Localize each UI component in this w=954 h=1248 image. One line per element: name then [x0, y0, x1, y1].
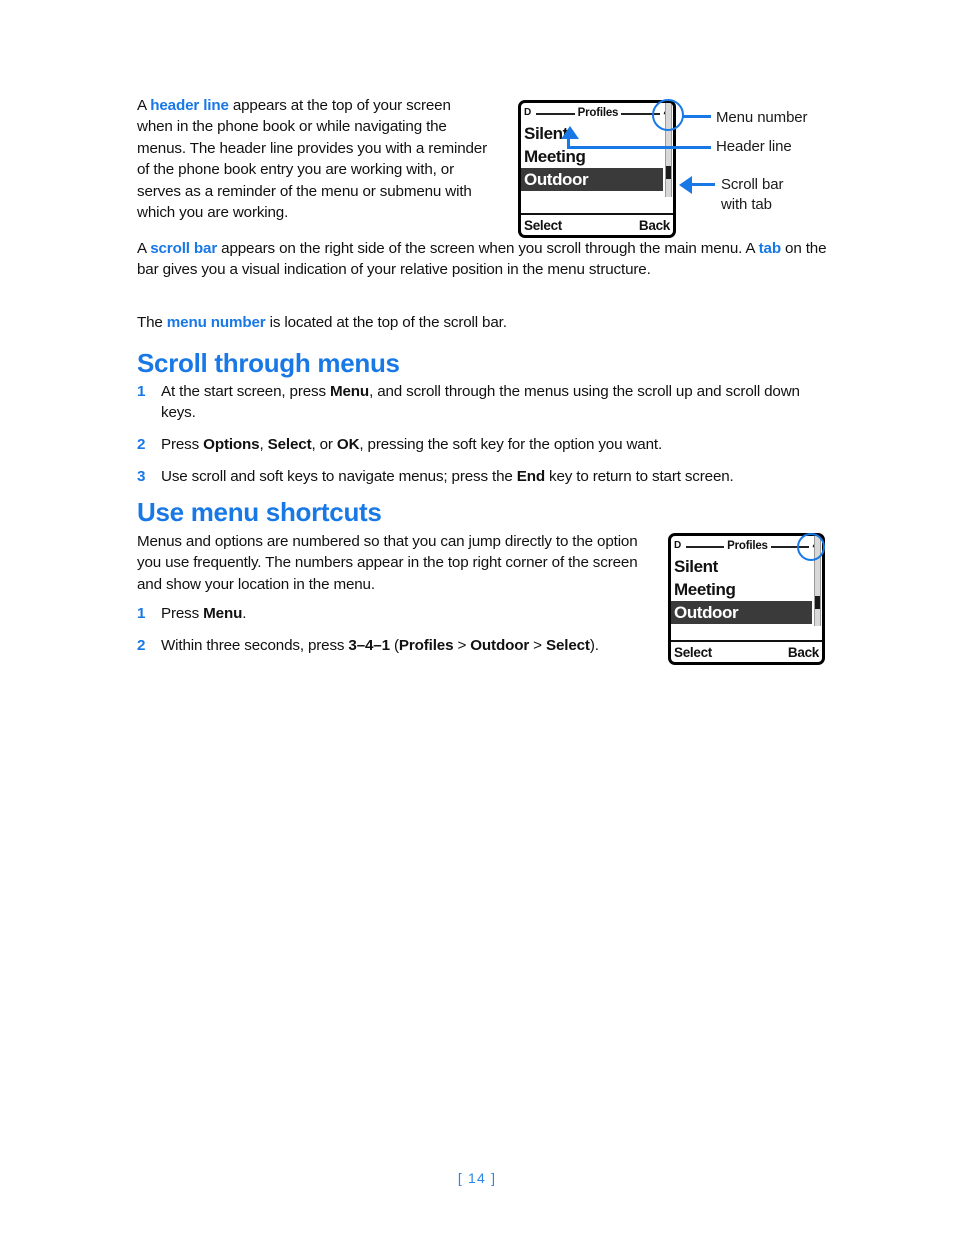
phone-scrollbar-tab[interactable]: [815, 596, 820, 609]
annotation-header-line: Header line: [716, 137, 792, 157]
phone-menu-list-bottom: Silent Meeting Outdoor: [671, 536, 822, 640]
intro-p3-rest: is located at the top of the scroll bar.: [265, 314, 507, 331]
scroll-step-3-text: Use scroll and soft keys to navigate men…: [161, 468, 734, 485]
annotation-scroll-bar-line2: with tab: [721, 196, 772, 213]
intro-paragraph-1: A header line appears at the top of your…: [137, 95, 489, 223]
shortcuts-step-2: 2 Within three seconds, press 3–4–1 (Pro…: [137, 635, 667, 656]
annotation-menu-number-text: Menu number: [716, 109, 808, 126]
term-menu-number: menu number: [166, 314, 266, 331]
scroll-step-1: 1 At the start screen, press Menu, and s…: [137, 381, 837, 424]
page-number-text: [ 14 ]: [457, 1170, 497, 1186]
shortcuts-step-1: 1 Press Menu.: [137, 603, 657, 624]
signal-indicator-icon: D: [674, 539, 682, 551]
annotation-scroll-bar-line1: Scroll bar: [721, 176, 784, 193]
phone-softkey-bar-top: Select Back: [521, 213, 673, 235]
signal-indicator-icon: D: [524, 106, 532, 118]
phone-menu-item[interactable]: Silent: [521, 122, 673, 145]
intro-p1-rest: appears at the top of your screen when i…: [137, 97, 488, 222]
phone-header-line-top: D Profiles 4: [521, 103, 673, 122]
scroll-step-1-number: 1: [137, 383, 146, 400]
intro-p3-prefix: The: [137, 314, 167, 331]
page-number: [ 14 ]: [0, 1170, 954, 1186]
phone-screen-content-top: D Profiles 4 Silent Meeting Outdoor Sele…: [521, 103, 673, 235]
menu-number-highlight-circle: [652, 99, 684, 131]
annotation-scroll-bar: Scroll bar with tab: [721, 175, 783, 215]
phone-scrollbar-tab[interactable]: [666, 166, 671, 179]
annotation-menu-number: Menu number: [716, 108, 808, 128]
term-header-line: header line: [150, 97, 229, 114]
softkey-left-label[interactable]: Select: [524, 218, 562, 233]
phone-menu-item[interactable]: Meeting: [671, 578, 822, 601]
shortcuts-body-paragraph: Menus and options are numbered so that y…: [137, 531, 645, 595]
scroll-step-3: 3 Use scroll and soft keys to navigate m…: [137, 466, 837, 487]
phone-softkey-bar-bottom: Select Back: [671, 640, 822, 662]
heading-use-menu-shortcuts: Use menu shortcuts: [137, 497, 382, 527]
shortcuts-step-2-number: 2: [137, 637, 146, 654]
shortcuts-step-1-text: Press Menu.: [161, 605, 247, 622]
menu-number-highlight-circle-bottom: [797, 533, 825, 561]
scroll-step-2: 2 Press Options, Select, or OK, pressing…: [137, 434, 837, 455]
phone-header-title: Profiles: [577, 106, 619, 119]
term-tab: tab: [758, 240, 781, 257]
intro-paragraph-3: The menu number is located at the top of…: [137, 312, 837, 333]
term-scroll-bar: scroll bar: [150, 240, 218, 257]
intro-p2-mid: appears on the right side of the screen …: [217, 240, 759, 257]
phone-header-title: Profiles: [727, 539, 768, 552]
scroll-step-2-number: 2: [137, 436, 146, 453]
phone-menu-item-selected[interactable]: Outdoor: [671, 601, 812, 624]
scroll-step-3-number: 3: [137, 468, 146, 485]
phone-menu-list-top: Silent Meeting Outdoor: [521, 103, 673, 213]
heading-scroll-through-menus-text: Scroll through menus: [137, 348, 400, 378]
softkey-right-label[interactable]: Back: [788, 645, 819, 660]
leader-line-scrollbar: [691, 183, 715, 186]
intro-paragraph-2: A scroll bar appears on the right side o…: [137, 238, 837, 281]
document-page: A header line appears at the top of your…: [0, 0, 954, 1248]
header-line-arrow-icon: [561, 126, 579, 139]
heading-scroll-through-menus: Scroll through menus: [137, 348, 400, 378]
intro-p1-prefix: A: [137, 97, 151, 114]
softkey-left-label[interactable]: Select: [674, 645, 712, 660]
intro-p2-prefix: A: [137, 240, 151, 257]
heading-use-menu-shortcuts-text: Use menu shortcuts: [137, 497, 382, 527]
leader-line-menu-number: [683, 115, 711, 118]
softkey-right-label[interactable]: Back: [639, 218, 670, 233]
scroll-step-2-text: Press Options, Select, or OK, pressing t…: [161, 436, 663, 453]
header-rule-left: [536, 112, 575, 115]
shortcuts-step-1-number: 1: [137, 605, 146, 622]
phone-menu-item-selected[interactable]: Outdoor: [521, 168, 663, 191]
annotation-header-line-text: Header line: [716, 138, 792, 155]
phone-menu-item[interactable]: Silent: [671, 555, 822, 578]
scroll-step-1-text: At the start screen, press Menu, and scr…: [161, 383, 800, 422]
shortcuts-step-2-text: Within three seconds, press 3–4–1 (Profi…: [161, 637, 599, 654]
shortcuts-body-text: Menus and options are numbered so that y…: [137, 533, 638, 593]
header-rule-left: [686, 545, 725, 548]
leader-line-header-horz: [567, 146, 711, 149]
